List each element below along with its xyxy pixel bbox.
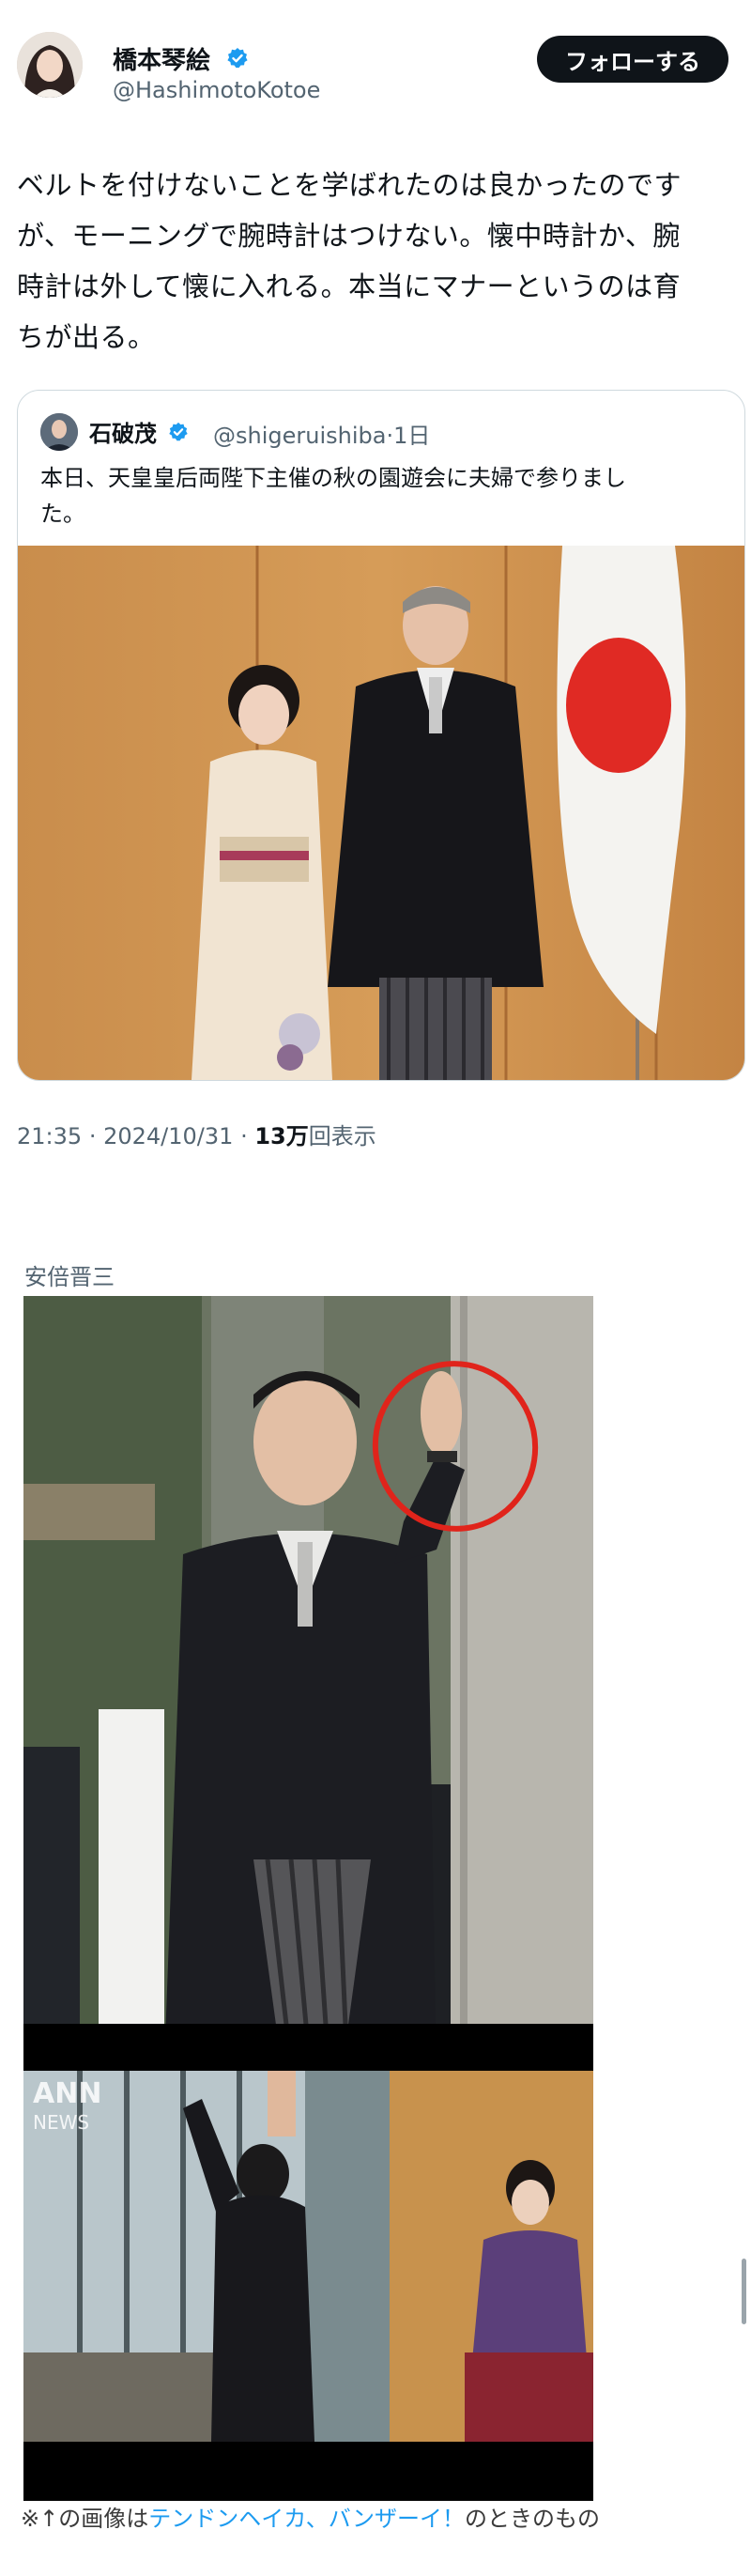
author-avatar[interactable] (17, 32, 83, 98)
views-label: 回表示 (308, 1123, 376, 1149)
scrollbar[interactable] (742, 2259, 746, 2324)
verified-badge-icon (168, 422, 189, 448)
quoted-author-name[interactable]: 石破茂 (89, 415, 189, 448)
tweet-line: ちが出る。 (17, 321, 156, 353)
annotated-photo[interactable] (23, 1296, 593, 2071)
separator-dot: · (240, 1123, 248, 1149)
quoted-author-avatar[interactable] (40, 413, 78, 451)
verified-badge-icon (226, 47, 249, 76)
follow-button[interactable]: フォローする (537, 36, 728, 83)
quoted-author-handle[interactable]: @shigeruishiba (213, 423, 386, 449)
footnote-suffix: のときのもの (464, 2506, 600, 2532)
footnote: ※↑の画像はテンドンヘイカ、バンザーイ！のときのもの (21, 2500, 600, 2533)
author-handle[interactable]: @HashimotoKotoe (113, 77, 320, 103)
author-name[interactable]: 橋本琴絵 (113, 41, 249, 76)
author-name-text: 橋本琴絵 (113, 47, 211, 75)
quoted-tweet-photo[interactable] (18, 546, 744, 1080)
svg-text:NEWS: NEWS (33, 2111, 89, 2134)
quoted-time[interactable]: 1日 (393, 423, 430, 449)
tweet-line: 時計は外して懐に入れる。本当にマナーというのは育 (17, 270, 682, 302)
tweet-meta: 21:35 · 2024/10/31 · 13万回表示 (17, 1118, 376, 1150)
separator-dot: · (386, 423, 394, 449)
quoted-tweet-card[interactable]: 石破茂 @shigeruishiba·1日 本日、天皇皇后両陛下主催の秋の園遊会… (17, 390, 745, 1081)
image-caption: 安倍晋三 (24, 1264, 115, 1290)
tweet-line: が、モーニングで腕時計はつけない。懐中時計か、腕 (17, 220, 681, 252)
quoted-line: た。 (40, 501, 85, 527)
quoted-tweet-text: 本日、天皇皇后両陛下主催の秋の園遊会に夫婦で参りまし た。 (40, 460, 726, 532)
quoted-author-name-text: 石破茂 (89, 421, 157, 447)
footnote-link[interactable]: テンドンヘイカ、バンザーイ！ (148, 2506, 465, 2532)
quoted-author-handle-line: @shigeruishiba·1日 (213, 417, 430, 450)
news-photo[interactable]: ANN NEWS (23, 2071, 593, 2501)
tweet-time[interactable]: 21:35 (17, 1123, 82, 1149)
separator-dot: · (88, 1123, 97, 1149)
footnote-prefix: ※↑の画像は (21, 2506, 149, 2532)
broadcast-logo: ANN (33, 2077, 101, 2110)
views-count: 13万 (254, 1123, 309, 1149)
tweet-text: ベルトを付けないことを学ばれたのは良かったのです が、モーニングで腕時計はつけな… (17, 160, 730, 362)
quoted-line: 本日、天皇皇后両陛下主催の秋の園遊会に夫婦で参りまし (40, 465, 626, 491)
tweet-line: ベルトを付けないことを学ばれたのは良かったのです (17, 169, 682, 201)
tweet-date[interactable]: 2024/10/31 (103, 1123, 233, 1149)
